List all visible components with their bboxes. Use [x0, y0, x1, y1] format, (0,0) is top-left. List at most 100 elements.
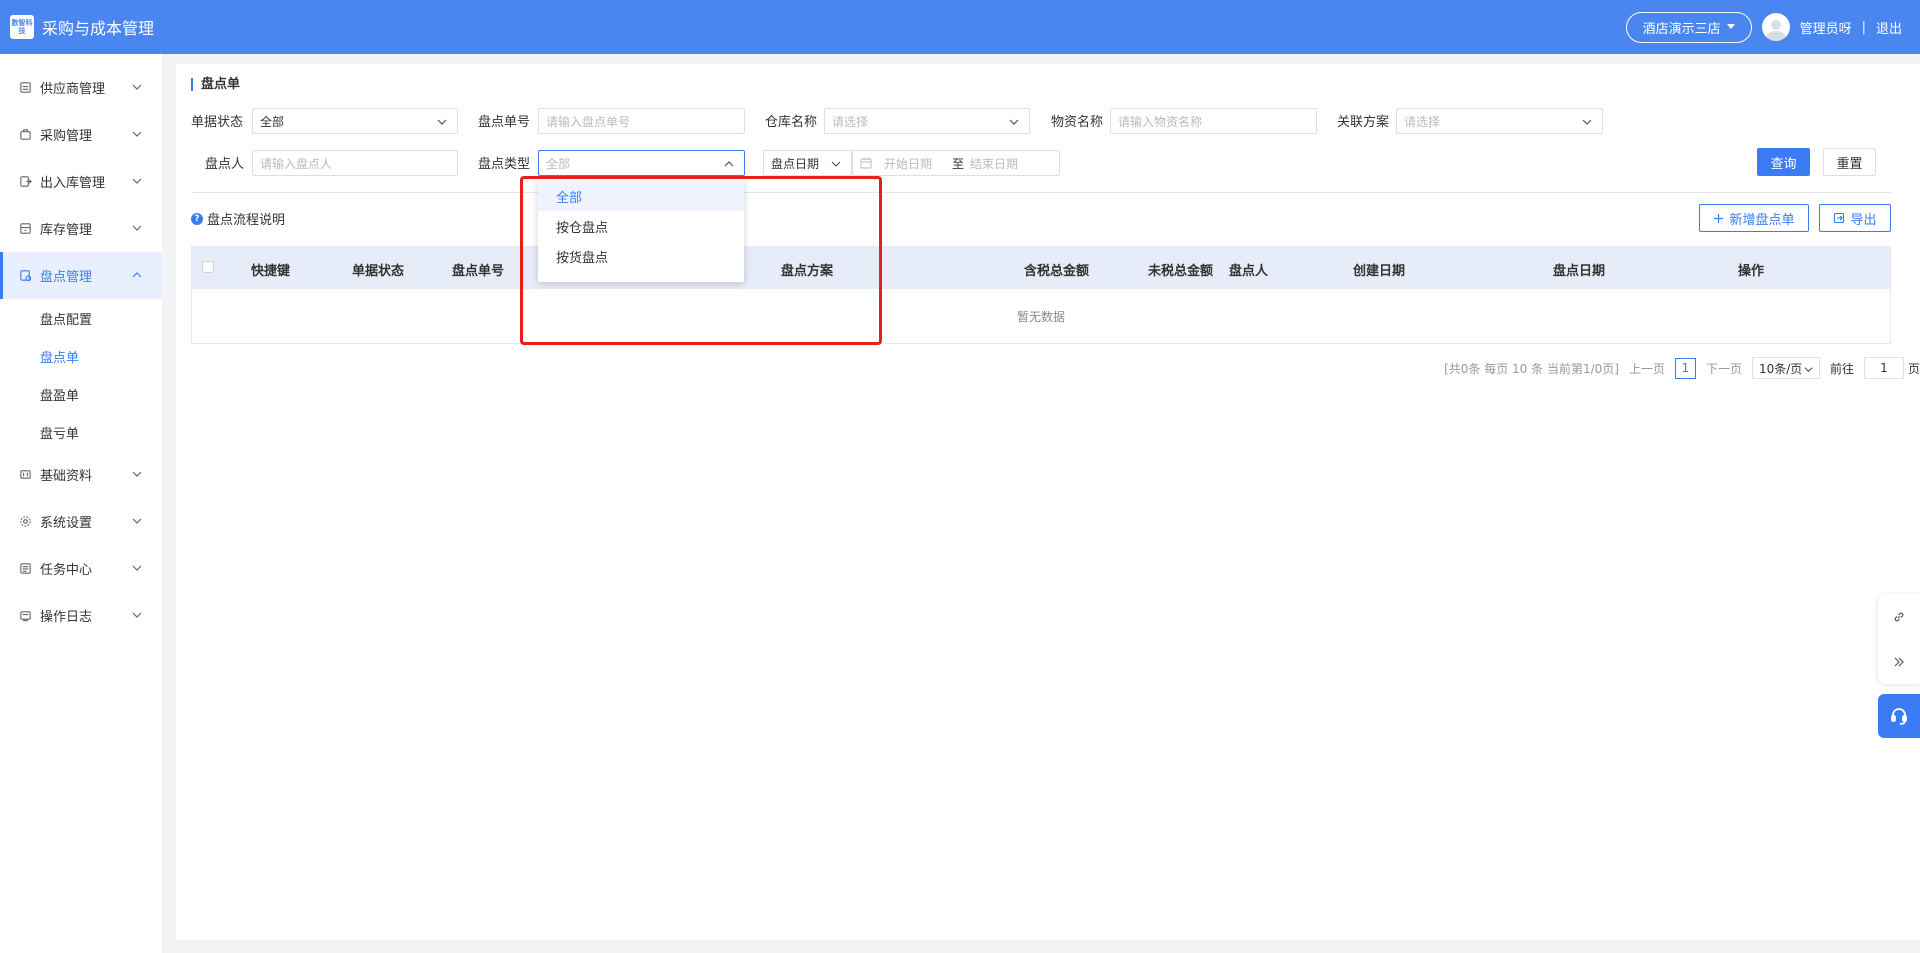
type-placeholder: 全部 — [546, 156, 571, 171]
chevron-down-icon — [132, 518, 142, 524]
sidebar-item-stocktake[interactable]: 盘点管理 — [0, 252, 162, 299]
type-option-all[interactable]: 全部 — [538, 181, 744, 211]
purchase-icon — [18, 128, 32, 142]
warehouse-label: 仓库名称 — [765, 115, 818, 130]
order-no-input[interactable]: 请输入盘点单号 — [538, 108, 745, 134]
plus-icon — [1714, 213, 1724, 223]
supplier-icon — [18, 81, 32, 95]
sidebar-item-label: 基础资料 — [40, 469, 93, 484]
col-stocktake-date: 盘点日期 — [1553, 264, 1606, 279]
reset-button[interactable]: 重置 — [1823, 148, 1876, 176]
sidebar-subitem-stocktake-order[interactable]: 盘点单 — [0, 337, 162, 375]
col-status: 单据状态 — [352, 264, 405, 279]
main-content: 盘点单 单据状态 全部 盘点单号 请输入盘点单号 仓库名称 请选择 物资名称 请… — [176, 64, 1920, 940]
calendar-icon — [860, 158, 872, 169]
inout-icon — [18, 175, 32, 189]
person-input[interactable]: 请输入盘点人 — [252, 150, 458, 176]
sidebar-subitem-surplus[interactable]: 盘盈单 — [0, 375, 162, 413]
order-no-label: 盘点单号 — [478, 115, 531, 130]
status-select-value: 全部 — [260, 114, 285, 129]
page-1-button[interactable]: 1 — [1674, 357, 1696, 379]
end-date-placeholder: 结束日期 — [970, 156, 1019, 171]
next-page-button[interactable]: 下一页 — [1706, 360, 1742, 377]
col-order-no: 盘点单号 — [452, 264, 505, 279]
sidebar-item-label: 盘点管理 — [40, 270, 93, 285]
chevron-down-icon — [831, 161, 841, 167]
date-type-select[interactable]: 盘点日期 — [763, 150, 852, 176]
sidebar-item-supplier[interactable]: 供应商管理 — [0, 64, 162, 111]
chevron-down-icon — [132, 612, 142, 618]
sidebar-item-settings[interactable]: 系统设置 — [0, 498, 162, 545]
double-chevron-right-icon — [1894, 657, 1904, 666]
sidebar-subitem-loss[interactable]: 盘亏单 — [0, 413, 162, 451]
col-tax-total: 含税总金额 — [1024, 264, 1090, 279]
sidebar-item-basic-data[interactable]: 基础资料 — [0, 451, 162, 498]
add-stocktake-button[interactable]: 新增盘点单 — [1699, 204, 1809, 232]
log-icon — [18, 609, 32, 623]
type-option-by-warehouse[interactable]: 按仓盘点 — [538, 211, 744, 241]
username[interactable]: 管理员呀 — [1800, 18, 1852, 37]
page-size-select[interactable]: 10条/页 — [1751, 357, 1820, 379]
chevron-down-icon — [1009, 119, 1019, 125]
logout-link[interactable]: 退出 — [1876, 18, 1902, 37]
task-icon — [18, 562, 32, 576]
store-name: 酒店演示三店 — [1642, 21, 1721, 37]
page-title: 盘点单 — [191, 78, 240, 91]
process-help-link[interactable]: ? 盘点流程说明 — [191, 209, 285, 228]
warehouse-select[interactable]: 请选择 — [824, 108, 1030, 134]
export-icon — [1834, 212, 1845, 224]
question-icon: ? — [191, 212, 203, 225]
header-separator: | — [1861, 19, 1866, 35]
sidebar-item-inout[interactable]: 出入库管理 — [0, 158, 162, 205]
sidebar-item-label: 任务中心 — [40, 563, 93, 578]
material-input[interactable]: 请输入物资名称 — [1110, 108, 1317, 134]
top-header: 数智科技 采购与成本管理 酒店演示三店 管理员呀 | 退出 — [0, 0, 1920, 54]
inventory-icon — [18, 222, 32, 236]
sidebar-item-label: 出入库管理 — [40, 176, 106, 191]
goto-label: 前往 — [1829, 361, 1854, 376]
table-empty-text: 暂无数据 — [1016, 309, 1065, 324]
collapse-button[interactable] — [1878, 639, 1920, 684]
app-title: 采购与成本管理 — [42, 19, 155, 38]
sidebar-item-label: 库存管理 — [40, 223, 93, 238]
caret-down-icon — [1726, 24, 1735, 29]
date-range-picker[interactable]: 开始日期 至 结束日期 — [852, 150, 1060, 176]
col-plan: 盘点方案 — [781, 264, 834, 279]
sidebar-item-purchase[interactable]: 采购管理 — [0, 111, 162, 158]
person-placeholder: 请输入盘点人 — [260, 156, 333, 171]
float-toolbar — [1878, 594, 1920, 684]
store-switcher-button[interactable]: 酒店演示三店 — [1625, 11, 1752, 43]
type-select[interactable]: 全部 — [538, 150, 745, 176]
goto-page-input[interactable]: 1 — [1863, 357, 1904, 379]
prev-page-button[interactable]: 上一页 — [1629, 360, 1665, 377]
chevron-down-icon — [1582, 119, 1592, 125]
gear-icon — [18, 515, 32, 529]
stocktake-table: 快捷键 单据状态 盘点单号 盘点方案 含税总金额 未税总金额 盘点人 创建日期 … — [191, 246, 1891, 344]
plan-label: 关联方案 — [1337, 115, 1390, 130]
query-button[interactable]: 查询 — [1757, 148, 1810, 176]
select-all-checkbox[interactable] — [202, 261, 214, 273]
sidebar-subitem-config[interactable]: 盘点配置 — [0, 299, 162, 337]
plan-select[interactable]: 请选择 — [1396, 108, 1603, 134]
type-label: 盘点类型 — [478, 157, 531, 172]
sidebar-item-inventory[interactable]: 库存管理 — [0, 205, 162, 252]
sidebar-item-label: 采购管理 — [40, 129, 93, 144]
sidebar-item-label: 操作日志 — [40, 610, 93, 625]
avatar[interactable] — [1761, 13, 1790, 41]
sidebar-item-log[interactable]: 操作日志 — [0, 592, 162, 639]
type-option-by-goods[interactable]: 按货盘点 — [538, 241, 744, 271]
chevron-down-icon — [437, 119, 447, 125]
chevron-up-icon — [132, 272, 142, 278]
status-select[interactable]: 全部 — [252, 108, 458, 134]
person-label: 盘点人 — [205, 157, 245, 172]
customer-service-button[interactable] — [1878, 694, 1920, 738]
start-date-placeholder: 开始日期 — [884, 156, 933, 171]
sidebar-item-label: 供应商管理 — [40, 82, 106, 97]
link-button[interactable] — [1878, 594, 1920, 639]
chevron-up-icon — [724, 161, 734, 167]
chevron-down-icon — [1804, 367, 1813, 373]
export-button[interactable]: 导出 — [1819, 204, 1891, 232]
sidebar-item-task-center[interactable]: 任务中心 — [0, 545, 162, 592]
filter-divider — [191, 192, 1891, 193]
order-no-placeholder: 请输入盘点单号 — [546, 114, 631, 129]
